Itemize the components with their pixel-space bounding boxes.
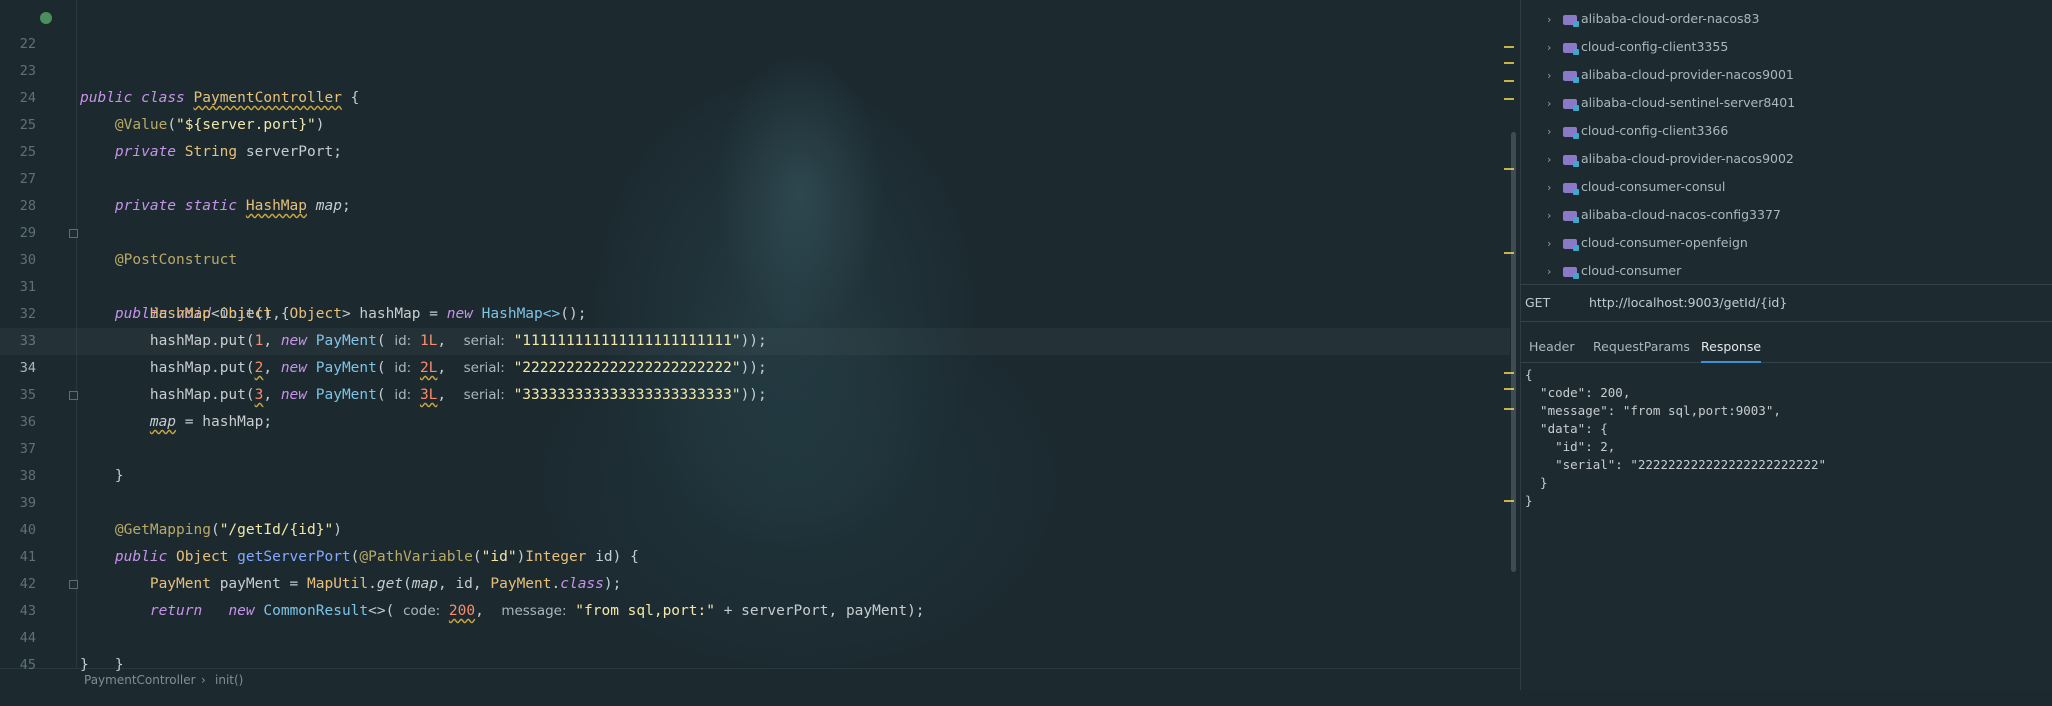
tab-request-params[interactable]: RequestParams [1593,332,1690,362]
chevron-right-icon[interactable]: › [1547,258,1561,286]
warning-marker[interactable] [1504,46,1514,48]
tree-item[interactable]: › cloud-consumer-consul [1547,173,1725,201]
code-line[interactable]: 31 HashMap<Object, Object> hashMap = new… [0,247,1510,322]
fold-icon[interactable] [69,229,78,238]
breadcrumb: PaymentController › init() [0,668,1520,691]
module-folder-icon [1563,267,1579,279]
rest-client-panel: › alibaba-cloud-order-nacos83 › cloud-conf… [1520,0,2052,690]
code-line[interactable]: 43 } [0,571,1510,673]
module-folder-icon [1563,43,1579,55]
code-line[interactable]: 32 hashMap.put(1, new PayMent( id: 1L, s… [0,274,1510,349]
tree-item-label: alibaba-cloud-provider-nacos9001 [1581,67,1794,82]
tree-item-label: alibaba-cloud-sentinel-server8401 [1581,95,1796,110]
chevron-right-icon[interactable]: › [1547,34,1561,62]
code-line[interactable]: 27 private static HashMap map; [0,139,1510,214]
code-line[interactable]: 44 } [0,598,1510,673]
module-folder-icon [1563,99,1579,111]
tree-item-label: cloud-consumer [1581,263,1682,278]
chevron-right-icon[interactable]: › [1547,6,1561,34]
code-line[interactable]: 36 } [0,382,1510,484]
chevron-right-icon[interactable]: › [1547,174,1561,202]
code-line[interactable]: 22 public class PaymentController { [0,4,1510,106]
tree-item[interactable]: › cloud-config-client3366 [1547,117,1728,145]
tree-item[interactable]: › alibaba-cloud-provider-nacos9001 [1547,61,1794,89]
code-line[interactable]: 38 [0,436,1510,484]
tree-item-label: alibaba-cloud-order-nacos83 [1581,11,1760,26]
code-line[interactable]: 23 [0,31,1510,79]
request-bar: GET http://localhost:9003/getId/{id} [1521,284,2052,322]
tree-item-label: alibaba-cloud-provider-nacos9002 [1581,151,1794,166]
code-line[interactable]: 24 @Value("${server.port}") [0,58,1510,133]
code-line-current[interactable]: 34 hashMap.put(3, new PayMent( id: 3L, s… [0,328,1510,403]
code-line[interactable]: 30 public void init() { [0,220,1510,322]
module-folder-icon [1563,71,1579,83]
warning-marker[interactable] [1504,80,1514,82]
module-folder-icon [1563,127,1579,139]
vertical-scrollbar[interactable] [1511,132,1516,572]
response-line: "id": 2, [1525,439,1616,454]
tree-item-label: alibaba-cloud-nacos-config3377 [1581,207,1781,222]
tree-item[interactable]: › alibaba-cloud-order-nacos83 [1547,5,1759,33]
response-line: "code": 200, [1525,385,1631,400]
error-stripe[interactable] [1500,0,1520,668]
code-line[interactable]: 35 map = hashMap; [0,355,1510,430]
breadcrumb-method[interactable]: init() [215,669,243,691]
module-folder-icon [1563,211,1579,223]
tree-item-label: cloud-consumer-consul [1581,179,1726,194]
response-line: "message": "from sql,port:9003", [1525,403,1781,418]
module-folder-icon [1563,15,1579,27]
tree-item-label: cloud-config-client3366 [1581,123,1729,138]
tree-item[interactable]: › cloud-consumer-openfeign [1547,229,1748,257]
code-line[interactable]: 40 public Object getServerPort(@PathVari… [0,490,1510,565]
chevron-right-icon[interactable]: › [1547,90,1561,118]
http-method-select[interactable]: GET [1525,285,1550,321]
tree-item[interactable]: › alibaba-cloud-provider-nacos9002 [1547,145,1794,173]
response-line: } [1525,475,1548,490]
code-editor[interactable]: 22 public class PaymentController { 23 2… [0,0,1520,690]
code-line[interactable]: 25 [0,112,1510,160]
tree-item-label: cloud-consumer-openfeign [1581,235,1748,250]
code-line[interactable]: 45 [0,625,1510,673]
code-line[interactable]: 28 [0,166,1510,214]
fold-icon[interactable] [69,580,78,589]
project-tree[interactable]: › alibaba-cloud-order-nacos83 › cloud-conf… [1521,0,2052,284]
code-line[interactable]: 41 PayMent payMent = MapUtil.get(map, id… [0,517,1510,592]
code-line[interactable]: 39 @GetMapping("/getId/{id}") [0,463,1510,538]
tree-item[interactable]: › alibaba-cloud-nacos-config3377 [1547,201,1781,229]
tree-item[interactable]: › alibaba-cloud-sentinel-server8401 [1547,89,1795,117]
chevron-right-icon[interactable]: › [1547,230,1561,258]
tree-item-label: cloud-config-client3355 [1581,39,1729,54]
tab-response[interactable]: Response [1701,332,1762,363]
response-line: "serial": "222222222222222222222222" [1525,457,1827,472]
code-line[interactable]: 42 return new CommonResult<>( code: 200,… [0,544,1510,619]
breadcrumb-class[interactable]: PaymentController [84,669,196,691]
tree-item[interactable]: › cloud-config-client3355 [1547,33,1728,61]
module-folder-icon [1563,183,1579,195]
response-line: { [1525,367,1533,382]
warning-marker[interactable] [1504,62,1514,64]
code-line[interactable]: 29 @PostConstruct [0,193,1510,268]
response-line: } [1525,493,1533,508]
fold-icon[interactable] [69,391,78,400]
code-line[interactable]: 37 [0,409,1510,457]
warning-marker[interactable] [1504,98,1514,100]
tree-item[interactable]: › cloud-consumer [1547,257,1681,285]
chevron-right-icon[interactable]: › [1547,202,1561,230]
module-folder-icon [1563,239,1579,251]
request-url-input[interactable]: http://localhost:9003/getId/{id} [1589,285,1787,321]
tab-header[interactable]: Header [1529,332,1575,362]
response-body[interactable]: { "code": 200, "message": "from sql,port… [1525,366,2045,510]
chevron-right-icon[interactable]: › [1547,62,1561,90]
response-tabs: Header RequestParams Response [1521,332,2052,363]
code-line[interactable]: 25 private String serverPort; [0,85,1510,160]
chevron-right-icon[interactable]: › [1547,146,1561,174]
chevron-right-icon[interactable]: › [1547,118,1561,146]
module-folder-icon [1563,155,1579,167]
spring-bean-icon[interactable] [40,12,52,24]
response-line: "data": { [1525,421,1608,436]
code-line[interactable]: 33 hashMap.put(2, new PayMent( id: 2L, s… [0,301,1510,376]
breadcrumb-separator: › [201,673,206,687]
